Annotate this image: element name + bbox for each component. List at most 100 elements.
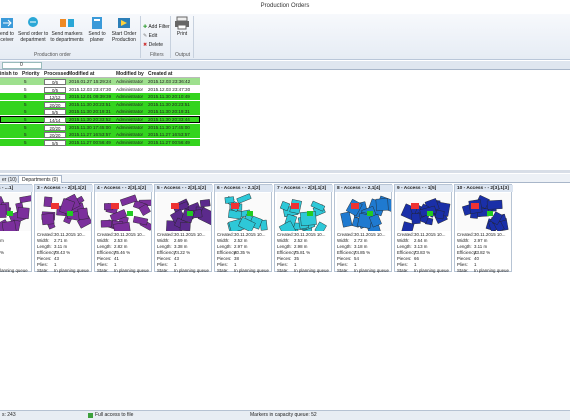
ribbon-separator xyxy=(170,16,171,58)
delete-filter-icon: ✖ xyxy=(143,42,148,48)
cell-modified-at: 2015.11.30 17:45:00 xyxy=(69,124,111,130)
col-modified-at[interactable]: Modified at xyxy=(68,71,94,77)
send-to-receiver-button[interactable]: end to ceiver xyxy=(0,16,18,43)
tab-departments[interactable]: Departments (0) xyxy=(18,175,63,183)
marker-cards: 1 - Access - ...1]Created:Width:73 mLeng… xyxy=(0,184,570,274)
card-state-label: State: xyxy=(337,268,349,273)
add-filter-label: Add Filter xyxy=(148,24,170,30)
marker-preview-image xyxy=(397,193,451,231)
card-state-value: In planning queue xyxy=(354,268,389,273)
cell-created-at: 2015.11.30 17:45:00 xyxy=(148,124,190,130)
card-state: State: In planning queue xyxy=(337,268,393,274)
card-state: State: In planning queue xyxy=(217,268,273,274)
marker-preview-image xyxy=(217,193,271,231)
delete-filter-button[interactable]: ✖ Delete xyxy=(143,42,163,48)
start-order-label: Start Order Production xyxy=(111,31,137,43)
marker-card[interactable]: 10 - Access - - 2[3],1[3] Created: 30.11.2… xyxy=(454,184,513,274)
add-filter-button[interactable]: ✚ Add Filter xyxy=(143,24,170,30)
status-count: s: 243 xyxy=(2,412,16,418)
send-markers-label: Send markers to departments xyxy=(50,31,84,43)
start-order-production-button[interactable]: Start Order Production xyxy=(110,16,138,43)
marker-card[interactable]: 3 - Access - - 2[3],1[2] Created: 30.11.20… xyxy=(34,184,93,273)
card-title: 9 - Access - - 1[5] xyxy=(395,185,453,192)
cell-processed: 12/12 xyxy=(44,94,66,101)
cell-processed: 5/5 xyxy=(44,109,66,116)
status-access: Full access to file xyxy=(95,412,134,418)
orders-tab[interactable]: 0 xyxy=(2,62,42,69)
col-processed[interactable]: Processed xyxy=(44,71,69,77)
cell-priority: 5 xyxy=(24,109,27,115)
table-row[interactable]: 5 0/6 2016.01.27 15:29:24 Administrator 2015… xyxy=(0,78,200,85)
cell-modified-at: 2015.11.30 20:33:52 xyxy=(69,117,111,122)
table-row[interactable]: 5 20/20 2015.11.30 20:23:51 Administrator 20… xyxy=(0,100,200,108)
marker-card[interactable]: 1 - Access - ...1]Created:Width:73 mLeng… xyxy=(0,184,33,273)
cell-modified-by: Administrator xyxy=(116,86,144,92)
grid-empty-area xyxy=(0,148,570,170)
table-row[interactable]: 5 0/5 2015.12.03 23:47:30 Administrator 2015… xyxy=(0,85,200,93)
marker-card[interactable]: 7 - Access - - 2[3],1[3] Created: 30.11.20… xyxy=(274,184,333,274)
table-row[interactable]: 5 20/20 2015.11.27 16:53:57 Administrator 20… xyxy=(0,131,200,139)
table-row[interactable]: 5 12/12 2015.12.01 09:39:39 Administrator 20… xyxy=(0,93,200,101)
group-output: Output xyxy=(175,52,191,58)
send-order-label: Send order to department xyxy=(18,31,49,43)
card-state: State: In planning queue xyxy=(97,268,153,274)
table-row[interactable]: 5 5/5 2015.11.30 20:19:31 Administrator 2015… xyxy=(0,108,200,116)
top-tabstrip: 0 xyxy=(0,61,570,70)
cell-created-at: 2015.12.03 23:47:30 xyxy=(148,86,191,92)
cell-priority: 5 xyxy=(24,79,27,84)
card-title: 10 - Access - - 2[3],1[3] xyxy=(455,185,513,192)
edit-filter-label: Edit xyxy=(148,33,158,39)
cell-created-at: 2015.11.30 20:23:51 xyxy=(148,101,190,107)
cell-modified-by: Administrator xyxy=(116,79,144,84)
marker-preview-image xyxy=(0,193,31,231)
col-priority[interactable]: Priority xyxy=(22,71,40,77)
cell-processed: 0/6 xyxy=(44,79,66,85)
card-state: State: In planning queue xyxy=(457,268,513,274)
card-state-label: State: xyxy=(457,268,469,273)
send-to-planer-button[interactable]: Send to planer xyxy=(86,16,108,43)
col-created-at[interactable]: Created at xyxy=(148,71,172,77)
marker-card[interactable]: 4 - Access - - 2[3],1[2] Created: 30.11.20… xyxy=(94,184,153,274)
edit-filter-icon: ✎ xyxy=(143,33,148,39)
status-queue: Markers in capacity queue: 52 xyxy=(250,412,317,418)
col-finish-to[interactable]: inish to xyxy=(0,71,18,77)
card-state: State: In planning queue xyxy=(277,268,333,274)
panel-splitter[interactable] xyxy=(0,170,570,173)
cell-modified-by: Administrator xyxy=(116,132,144,138)
cell-processed: 20/20 xyxy=(44,132,66,139)
table-row[interactable]: 5 14/14 2015.11.30 20:33:52 Administrator 20… xyxy=(0,116,200,123)
card-state-value: In planning queue xyxy=(294,268,329,273)
cell-modified-by: Administrator xyxy=(116,101,144,107)
cell-processed: 0/5 xyxy=(44,86,66,93)
cell-processed: 20/20 xyxy=(44,101,66,108)
card-state-value: In planning queue xyxy=(234,268,269,273)
send-markers-button[interactable]: Send markers to departments xyxy=(50,16,84,43)
card-state-label: State: xyxy=(157,268,169,273)
marker-card[interactable]: 5 - Access - - 2[3],1[2] Created: 30.11.20… xyxy=(154,184,213,273)
send-order-to-department-button[interactable]: Send order to department xyxy=(18,16,48,43)
marker-card[interactable]: 6 - Access - - 2,1[2] Created: 30.11.2015 … xyxy=(214,184,273,274)
print-button[interactable]: Print xyxy=(173,16,191,37)
add-filter-icon: ✚ xyxy=(143,24,148,30)
ribbon: end to ceiver Send order to department S… xyxy=(0,14,570,60)
cell-processed: 20/20 xyxy=(44,124,66,131)
cell-modified-at: 2015.11.27 00:56:49 xyxy=(69,139,111,145)
marker-preview-image xyxy=(37,193,91,231)
group-filters: Filters xyxy=(150,52,164,58)
cell-modified-at: 2015.11.30 20:19:31 xyxy=(69,109,111,115)
marker-card[interactable]: 9 - Access - - 1[5] Created: 30.11.2015 10… xyxy=(394,184,453,273)
cell-modified-at: 2016.01.27 15:29:24 xyxy=(69,79,112,84)
table-row[interactable]: 5 5/5 2015.11.27 00:56:49 Administrator 2015… xyxy=(0,138,200,146)
card-title: 5 - Access - - 2[3],1[2] xyxy=(155,185,213,192)
cell-priority: 5 xyxy=(24,139,27,145)
edit-filter-button[interactable]: ✎ Edit xyxy=(143,33,157,39)
col-modified-by[interactable]: Modified by xyxy=(116,71,144,77)
table-row[interactable]: 5 20/20 2015.11.30 17:45:00 Administrator 20… xyxy=(0,123,200,131)
marker-card[interactable]: 8 - Access - - 2,1[4] Created: 30.11.2015 … xyxy=(334,184,393,274)
cell-priority: 5 xyxy=(24,86,27,92)
delete-filter-label: Delete xyxy=(148,42,164,48)
cell-priority: 5 xyxy=(24,101,27,107)
cell-created-at: 2015.12.03 23:36:42 xyxy=(148,79,191,84)
card-state-value: In planning queue xyxy=(414,268,449,273)
card-title: 1 - Access - ...1] xyxy=(0,185,33,192)
